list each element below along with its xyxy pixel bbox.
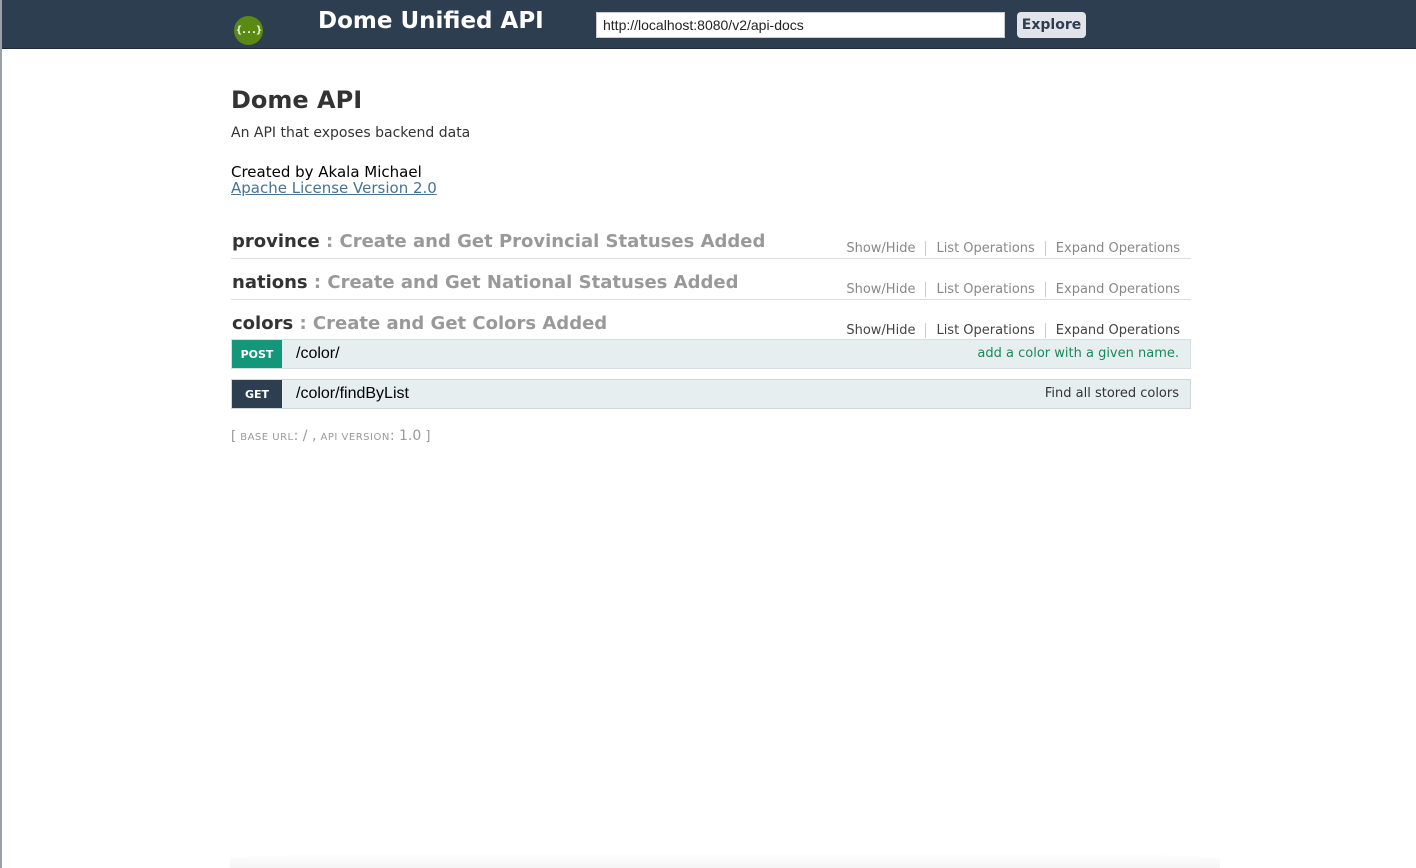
show-hide-link[interactable]: Show/Hide — [846, 241, 925, 256]
api-description: An API that exposes backend data — [231, 125, 471, 141]
top-bar: {...} Dome Unified API Explore — [2, 0, 1416, 49]
resource-heading: nations : Create and Get National Status… — [232, 272, 738, 293]
resource-options: Show/Hide List Operations Expand Operati… — [846, 282, 1180, 297]
resource-options: Show/Hide List Operations Expand Operati… — [846, 241, 1180, 256]
bottom-shadow — [230, 852, 1220, 868]
resource-colors: colors : Create and Get Colors Added Sho… — [231, 300, 1191, 340]
bracket-open: [ — [231, 429, 237, 444]
resource-heading: province : Create and Get Provincial Sta… — [232, 231, 765, 252]
operation-path[interactable]: /color/ — [296, 345, 340, 363]
api-title: Dome API — [231, 86, 363, 114]
show-hide-link[interactable]: Show/Hide — [846, 282, 925, 297]
expand-operations-link[interactable]: Expand Operations — [1044, 241, 1180, 256]
api-version-label: api version — [320, 432, 390, 443]
expand-operations-link[interactable]: Expand Operations — [1044, 282, 1180, 297]
base-url-label: base url — [240, 432, 294, 443]
base-url-value: : / , — [293, 428, 317, 444]
api-version-value: : 1.0 — [389, 428, 422, 444]
resource-name[interactable]: nations — [232, 272, 308, 293]
resource-description: : Create and Get Colors Added — [299, 313, 608, 334]
resource-description: : Create and Get National Statuses Added — [313, 272, 739, 293]
operation-summary[interactable]: add a color with a given name. — [977, 346, 1179, 361]
explore-button[interactable]: Explore — [1017, 12, 1086, 38]
list-operations-link[interactable]: List Operations — [925, 323, 1044, 338]
api-meta-footer: [ base url: / , api version: 1.0 ] — [231, 428, 430, 444]
http-method-badge[interactable]: GET — [232, 380, 282, 408]
show-hide-link[interactable]: Show/Hide — [846, 323, 925, 338]
resource-province: province : Create and Get Provincial Sta… — [231, 218, 1191, 259]
list-operations-link[interactable]: List Operations — [925, 282, 1044, 297]
window-edge — [0, 0, 2, 868]
resource-options: Show/Hide List Operations Expand Operati… — [846, 323, 1180, 338]
operation-summary[interactable]: Find all stored colors — [1045, 386, 1179, 401]
api-url-input[interactable] — [596, 12, 1005, 38]
resource-nations: nations : Create and Get National Status… — [231, 259, 1191, 300]
swagger-logo-icon: {...} — [234, 16, 263, 45]
resource-description: : Create and Get Provincial Statuses Add… — [326, 231, 766, 252]
app-title: Dome Unified API — [318, 8, 544, 34]
http-method-badge[interactable]: POST — [232, 340, 282, 368]
expand-operations-link[interactable]: Expand Operations — [1044, 323, 1180, 338]
operation-get-color-findbylist[interactable]: GET /color/findByList Find all stored co… — [231, 379, 1191, 409]
resource-name[interactable]: province — [232, 231, 320, 252]
bracket-close: ] — [425, 429, 431, 444]
operation-post-color[interactable]: POST /color/ add a color with a given na… — [231, 339, 1191, 369]
operation-path[interactable]: /color/findByList — [296, 385, 409, 403]
resource-heading: colors : Create and Get Colors Added — [232, 313, 607, 334]
license-link[interactable]: Apache License Version 2.0 — [231, 179, 437, 197]
list-operations-link[interactable]: List Operations — [925, 241, 1044, 256]
resource-name[interactable]: colors — [232, 313, 293, 334]
